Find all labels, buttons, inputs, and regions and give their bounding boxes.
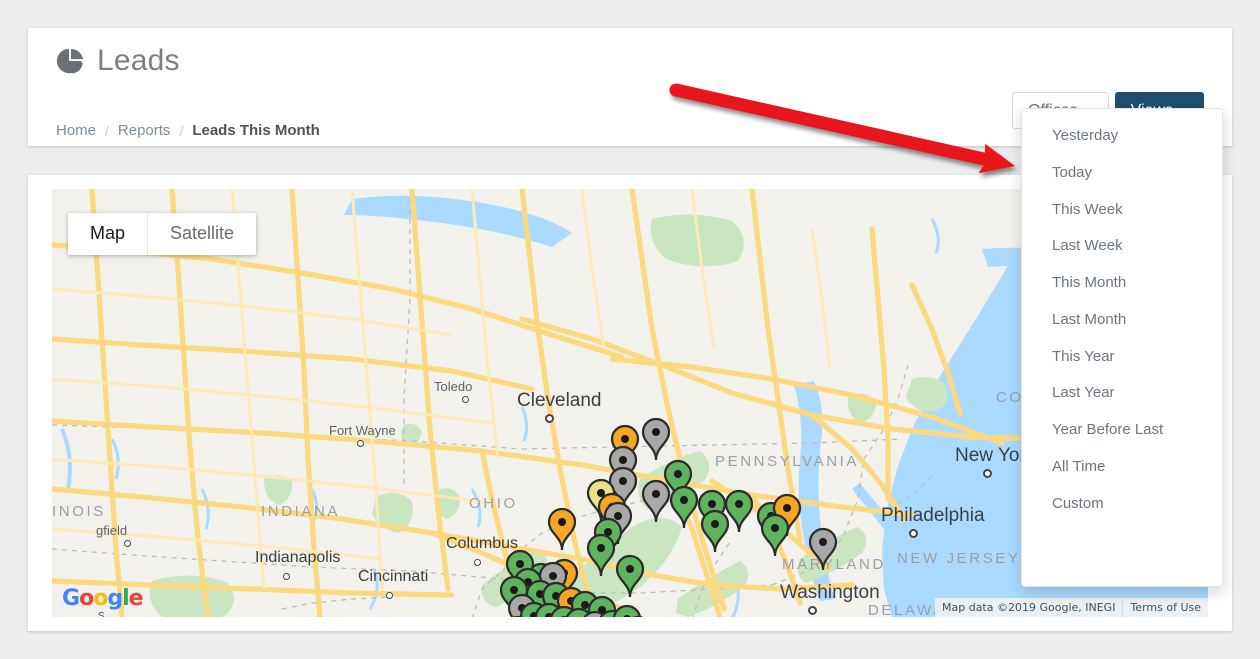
map-marker-green[interactable] (760, 513, 790, 557)
google-logo-letter: o (93, 586, 108, 611)
google-logo-letter: e (128, 586, 144, 611)
dropdown-item-year-before-last[interactable]: Year Before Last (1022, 412, 1222, 449)
dropdown-item-last-week[interactable]: Last Week (1022, 228, 1222, 265)
map-city-dot (357, 440, 364, 447)
map-data-attribution: Map data ©2019 Google, INEGI (942, 601, 1116, 614)
pie-chart-icon (56, 48, 84, 74)
breadcrumb-item-reports[interactable]: Reports (118, 122, 171, 139)
map-marker-green[interactable] (615, 554, 645, 598)
dropdown-item-all-time[interactable]: All Time (1022, 449, 1222, 486)
map-marker-gray[interactable] (808, 527, 838, 571)
map-city-dot (808, 606, 817, 615)
dropdown-item-last-year[interactable]: Last Year (1022, 375, 1222, 412)
map-attribution: Map data ©2019 Google, INEGI Terms of Us… (935, 598, 1208, 617)
map-type-map-button[interactable]: Map (68, 213, 147, 255)
terms-of-use-link[interactable]: Terms of Use (1122, 598, 1208, 617)
map-city-dot (474, 559, 481, 566)
dropdown-item-this-month[interactable]: This Month (1022, 265, 1222, 302)
page-root: Leads Home / Reports / Leads This Month … (0, 0, 1260, 659)
google-logo-letter: G (62, 586, 80, 611)
views-dropdown-menu[interactable]: Yesterday Today This Week Last Week This Mon… (1021, 108, 1223, 587)
breadcrumb-separator: / (179, 122, 184, 139)
breadcrumb-separator: / (105, 122, 109, 139)
map-city-dot (283, 573, 290, 580)
map-type-control[interactable]: Map Satellite (68, 213, 257, 255)
breadcrumb: Home / Reports / Leads This Month (56, 122, 320, 139)
map-type-satellite-button[interactable]: Satellite (147, 213, 256, 255)
google-logo-letter: o (79, 586, 94, 611)
map-city-dot (124, 540, 131, 547)
dropdown-item-today[interactable]: Today (1022, 155, 1222, 192)
map-marker-orange[interactable] (547, 507, 577, 551)
map-city-dot (909, 529, 918, 538)
breadcrumb-item-home[interactable]: Home (56, 122, 96, 139)
map-marker-gray[interactable] (503, 615, 533, 617)
map-marker-green[interactable] (669, 485, 699, 529)
dropdown-item-yesterday[interactable]: Yesterday (1022, 118, 1222, 155)
page-title: Leads (97, 44, 180, 77)
map-marker-gray[interactable] (641, 417, 671, 461)
dropdown-item-last-month[interactable]: Last Month (1022, 302, 1222, 339)
map-marker-green[interactable] (724, 489, 754, 533)
map-city-dot (386, 592, 393, 599)
map-marker-green[interactable] (623, 615, 653, 617)
breadcrumb-item-current: Leads This Month (192, 122, 320, 139)
google-logo: Google (62, 586, 144, 611)
dropdown-item-this-week[interactable]: This Week (1022, 192, 1222, 229)
map-marker-gray[interactable] (641, 479, 671, 523)
map-city-dot (983, 469, 992, 478)
google-logo-letter: g (107, 586, 123, 611)
page-title-row: Leads (55, 46, 180, 76)
map-marker-green[interactable] (586, 533, 616, 577)
map-city-dot (545, 414, 554, 423)
dropdown-item-custom[interactable]: Custom (1022, 486, 1222, 523)
dropdown-item-this-year[interactable]: This Year (1022, 339, 1222, 376)
map-city-dot (462, 396, 469, 403)
